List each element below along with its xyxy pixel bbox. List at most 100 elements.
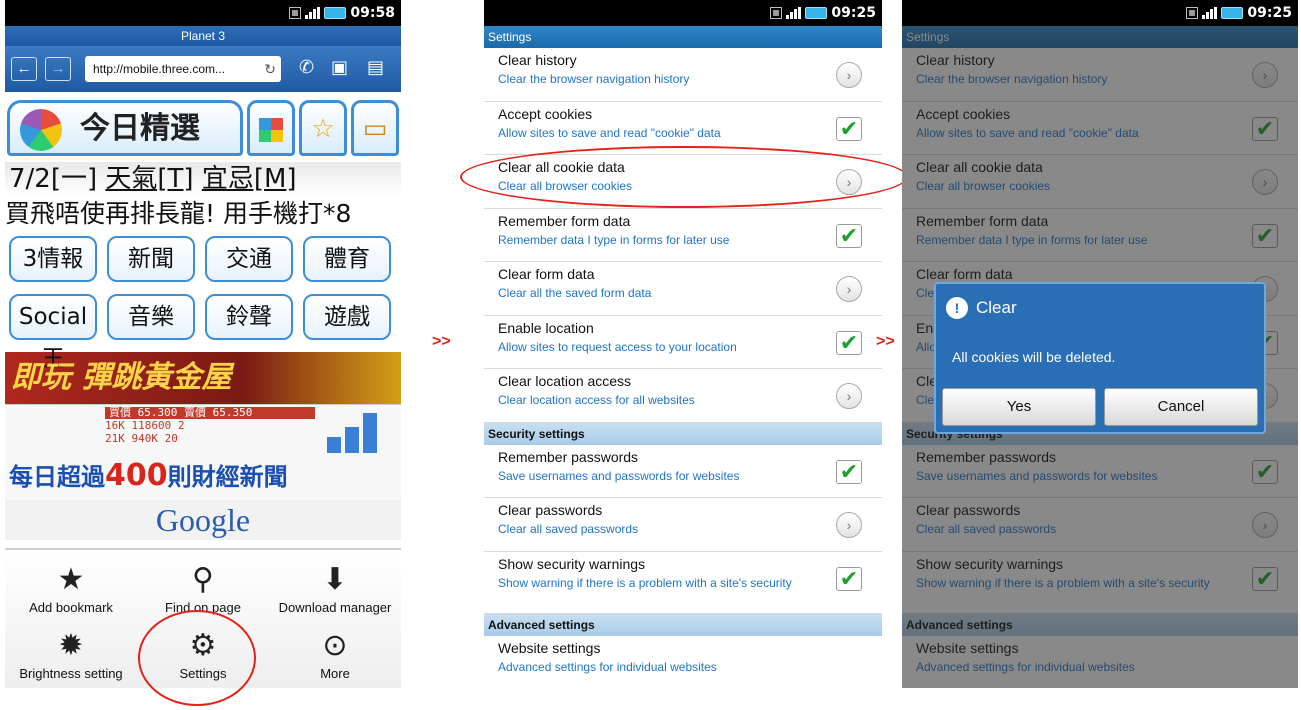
phone-icon[interactable]: ✆ bbox=[299, 57, 314, 78]
settings-title: Settings bbox=[484, 26, 882, 48]
brightness-icon: ✹ bbox=[58, 629, 84, 662]
browser-toolbar: ← → http://mobile.three.com... ↻ ✆ ▣ ▤ bbox=[5, 46, 401, 92]
checkbox-checked[interactable]: ✔ bbox=[836, 566, 862, 591]
category-button[interactable]: 遊戲 bbox=[303, 294, 391, 340]
tab-tv[interactable]: ▭ bbox=[351, 100, 399, 156]
gear-icon: ⚙ bbox=[189, 629, 217, 662]
battery-icon bbox=[324, 7, 347, 19]
almanac-link[interactable]: 宜忌[M] bbox=[202, 164, 297, 194]
settings-screen: 09:25 Settings Clear history Clear the br… bbox=[484, 0, 882, 688]
status-bar: 09:58 bbox=[5, 0, 401, 26]
arrow-right-icon[interactable]: → bbox=[45, 57, 71, 81]
url-text: http://mobile.three.com... bbox=[93, 62, 226, 76]
windows-icon[interactable]: ▣ bbox=[331, 57, 348, 78]
dialog-message: All cookies will be deleted. bbox=[952, 349, 1116, 365]
finance-table: 買價 65.300 賣價 65.350 16K 118600 2 21K 940… bbox=[105, 407, 315, 445]
star-icon: ☆ bbox=[311, 113, 335, 143]
tab-favorites[interactable]: ☆ bbox=[299, 100, 347, 156]
browser-screen: 09:58 Planet 3 ← → http://mobile.three.c… bbox=[5, 0, 401, 688]
settings-row[interactable]: Accept cookies Allow sites to save and re… bbox=[484, 101, 882, 155]
date-line: 7/2[一] 天氣[T] 宜忌[M] bbox=[5, 162, 401, 196]
settings-row-subtitle: Save usernames and passwords for website… bbox=[498, 468, 740, 483]
settings-row-subtitle: Show warning if there is a problem with … bbox=[498, 575, 792, 590]
battery-icon bbox=[805, 7, 828, 19]
web-page: 今日精選 ☆ ▭ 7/2[一] 天氣[T] 宜忌[M] 買飛唔使再排長龍! 用手… bbox=[5, 92, 401, 540]
google-logo[interactable]: Google bbox=[5, 500, 401, 540]
tab-apps[interactable] bbox=[247, 100, 295, 156]
add-bookmark-button[interactable]: ★ Add bookmark bbox=[5, 560, 137, 630]
settings-button[interactable]: ⚙ Settings bbox=[137, 626, 269, 688]
finance-slogan: 每日超過400則財經新聞 bbox=[9, 458, 288, 493]
step-separator: >> bbox=[432, 333, 451, 350]
settings-row-title: Website settings bbox=[498, 639, 601, 656]
chevron-right-icon[interactable]: › bbox=[836, 512, 862, 538]
category-button[interactable]: 體育 bbox=[303, 236, 391, 282]
arrow-left-icon[interactable]: ← bbox=[11, 57, 37, 81]
checkbox-checked[interactable]: ✔ bbox=[836, 459, 862, 484]
find-on-page-button[interactable]: ⚲ Find on page bbox=[137, 560, 269, 630]
yes-button[interactable]: Yes bbox=[942, 388, 1096, 426]
checkbox-checked[interactable]: ✔ bbox=[836, 330, 862, 355]
settings-row-subtitle: Advanced settings for individual website… bbox=[498, 659, 717, 674]
finance-banner[interactable]: 買價 65.300 賣價 65.350 16K 118600 2 21K 940… bbox=[5, 404, 401, 500]
settings-row-subtitle: Allow sites to save and read "cookie" da… bbox=[498, 125, 721, 140]
tab-featured[interactable]: 今日精選 bbox=[7, 100, 243, 156]
more-button[interactable]: ⊙ More bbox=[269, 626, 401, 688]
settings-row-title: Clear location access bbox=[498, 373, 632, 389]
category-button[interactable]: 新聞 bbox=[107, 236, 195, 282]
section-header: Security settings bbox=[484, 422, 882, 445]
checkbox-checked[interactable]: ✔ bbox=[836, 223, 862, 248]
step-separator: >> bbox=[876, 333, 895, 350]
category-button[interactable]: 3情報 bbox=[9, 236, 97, 282]
settings-row-title: Enable location bbox=[498, 319, 594, 336]
settings-row-title: Remember form data bbox=[498, 212, 631, 229]
settings-row-subtitle: Clear all the saved form data bbox=[498, 286, 652, 300]
cancel-button[interactable]: Cancel bbox=[1104, 388, 1258, 426]
settings-row[interactable]: Clear all cookie data Clear all browser c… bbox=[484, 155, 882, 209]
brightness-setting-button[interactable]: ✹ Brightness setting bbox=[5, 626, 137, 688]
chevron-right-icon[interactable]: › bbox=[836, 169, 862, 195]
url-input[interactable]: http://mobile.three.com... ↻ bbox=[85, 56, 281, 82]
tv-icon: ▭ bbox=[362, 113, 388, 143]
settings-row[interactable]: Remember passwords Save usernames and pas… bbox=[484, 444, 882, 498]
settings-row[interactable]: Clear history Clear the browser navigatio… bbox=[484, 48, 882, 102]
promo-text[interactable]: 買飛唔使再排長龍! 用手機打*8 bbox=[5, 196, 401, 232]
settings-row[interactable]: Show security warnings Show warning if th… bbox=[484, 551, 882, 614]
more-icon: ⊙ bbox=[322, 629, 348, 662]
chevron-right-icon[interactable]: › bbox=[836, 276, 862, 302]
category-button[interactable]: 交通 bbox=[205, 236, 293, 282]
status-time: 09:25 bbox=[1247, 5, 1292, 21]
settings-row[interactable]: Clear passwords Clear all saved passwords… bbox=[484, 498, 882, 552]
category-button[interactable]: 音樂 bbox=[107, 294, 195, 340]
category-button[interactable]: Social王 bbox=[9, 294, 97, 372]
chevron-right-icon[interactable]: › bbox=[836, 383, 862, 409]
sim-icon bbox=[1186, 7, 1199, 19]
grid-icon bbox=[259, 118, 283, 143]
settings-row[interactable]: Enable location Allow sites to request ac… bbox=[484, 315, 882, 369]
window-title: Planet 3 bbox=[5, 26, 401, 46]
signal-icon bbox=[305, 7, 321, 19]
settings-row[interactable]: Clear form data Clear all the saved form … bbox=[484, 262, 882, 316]
settings-row-subtitle: Clear all saved passwords bbox=[498, 522, 639, 536]
bookmarks-icon[interactable]: ▤ bbox=[367, 57, 384, 78]
signal-icon bbox=[786, 7, 802, 19]
game-banner[interactable]: 即玩 彈跳黃金屋 bbox=[5, 352, 401, 404]
settings-row-subtitle: Clear all browser cookies bbox=[498, 179, 633, 193]
weather-link[interactable]: 天氣[T] bbox=[105, 164, 193, 194]
settings-row-subtitle: Allow sites to request access to your lo… bbox=[498, 339, 737, 354]
settings-row[interactable]: Remember form data Remember data I type i… bbox=[484, 208, 882, 262]
settings-row[interactable]: Clear location access Clear location acce… bbox=[484, 369, 882, 423]
download-manager-button[interactable]: ⬇ Download manager bbox=[269, 560, 401, 630]
status-time: 09:58 bbox=[350, 5, 395, 21]
settings-row-title: Clear passwords bbox=[498, 502, 603, 518]
chevron-right-icon[interactable]: › bbox=[836, 62, 862, 88]
dialog-title: ! Clear bbox=[936, 284, 1264, 332]
reload-icon[interactable]: ↻ bbox=[264, 56, 276, 82]
settings-row-title: Clear all cookie data bbox=[498, 159, 625, 175]
clear-dialog: ! Clear All cookies will be deleted. Yes… bbox=[934, 282, 1266, 434]
settings-row[interactable]: Website settings Advanced settings for in… bbox=[484, 635, 882, 688]
checkbox-checked[interactable]: ✔ bbox=[836, 116, 862, 141]
category-button[interactable]: 鈴聲 bbox=[205, 294, 293, 340]
tab-featured-label: 今日精選 bbox=[80, 111, 200, 146]
signal-icon bbox=[1202, 7, 1218, 19]
